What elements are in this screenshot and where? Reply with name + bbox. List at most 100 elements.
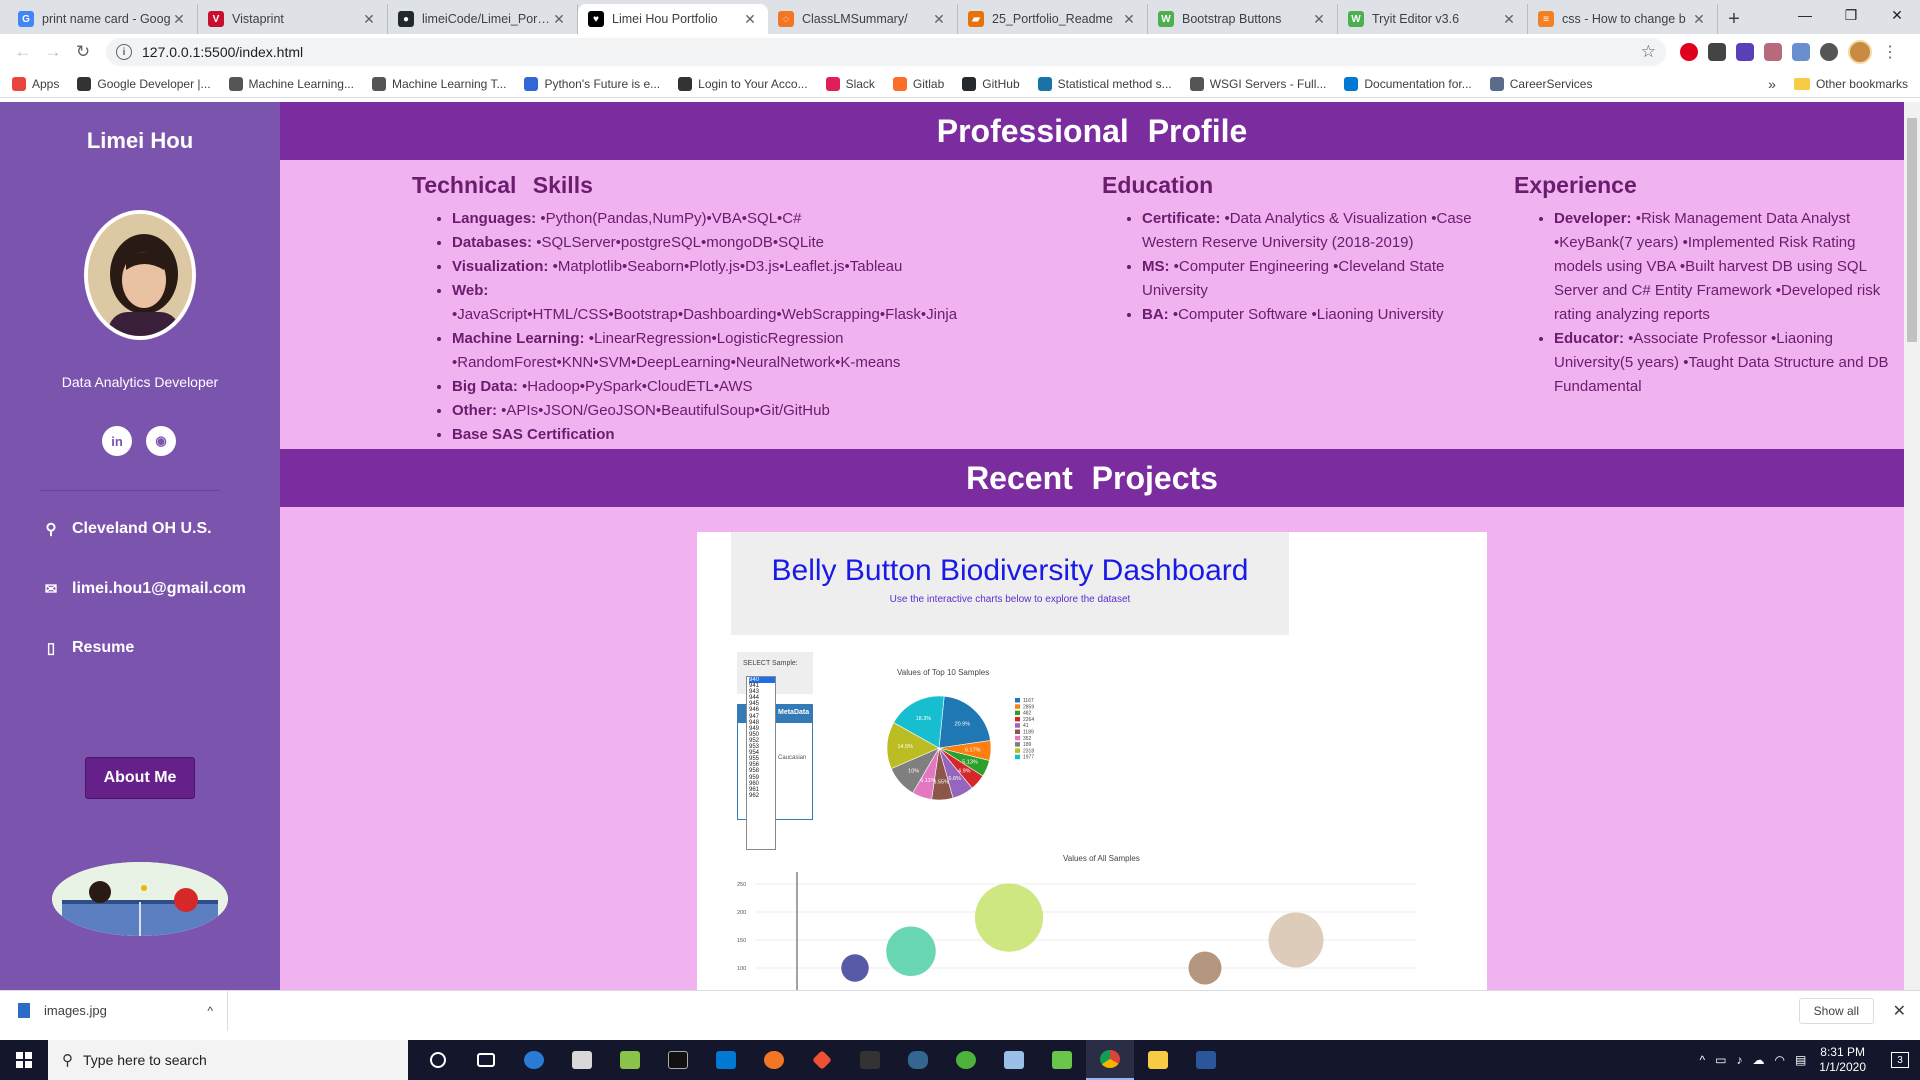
task-view-icon[interactable] <box>462 1040 510 1080</box>
legend-label[interactable]: 2264 <box>1023 717 1034 723</box>
close-tab-icon[interactable]: ✕ <box>171 11 187 28</box>
browser-tab[interactable]: ◌ ClassLMSummary/ ✕ <box>768 4 958 34</box>
notification-icon[interactable]: 3 <box>1880 1052 1920 1068</box>
email-item[interactable]: ✉ limei.hou1@gmail.com <box>42 580 246 598</box>
wifi-icon[interactable]: ◠ <box>1774 1053 1784 1067</box>
legend-swatch[interactable] <box>1015 742 1020 747</box>
download-icon[interactable] <box>1708 43 1726 61</box>
start-button[interactable] <box>0 1040 48 1080</box>
legend-swatch[interactable] <box>1015 698 1020 703</box>
browser-tab[interactable]: W Bootstrap Buttons ✕ <box>1148 4 1338 34</box>
resume-link[interactable]: Resume <box>72 639 134 657</box>
terminal-icon[interactable] <box>654 1040 702 1080</box>
address-bar[interactable]: i 127.0.0.1:5500/index.html ☆ <box>106 38 1666 66</box>
opera-icon[interactable] <box>1680 43 1698 61</box>
legend-swatch[interactable] <box>1015 704 1020 709</box>
url-text[interactable]: 127.0.0.1:5500/index.html <box>142 44 1641 60</box>
clock[interactable]: 8:31 PM 1/1/2020 <box>1819 1045 1866 1075</box>
close-tab-icon[interactable]: ✕ <box>361 11 377 28</box>
bubble-point[interactable] <box>974 883 1044 952</box>
battery-icon[interactable]: ▭ <box>1715 1053 1726 1067</box>
keyboard-icon[interactable]: ▤ <box>1795 1053 1806 1067</box>
volume-icon[interactable]: ♪ <box>1736 1053 1742 1067</box>
browser-tab[interactable]: ≡ css - How to change b ✕ <box>1528 4 1718 34</box>
close-tab-icon[interactable]: ✕ <box>742 11 758 28</box>
forward-button[interactable]: → <box>38 37 68 67</box>
sample-dropdown[interactable]: 940 941 943 944 945 946 947 948 949 950 952 953 954 9… <box>746 676 776 850</box>
bookmark-item[interactable]: Slack <box>825 76 875 91</box>
bookmark-item[interactable]: GitHub <box>962 76 1020 91</box>
github-icon[interactable]: ◉ <box>146 426 176 456</box>
close-window-button[interactable]: ✕ <box>1874 0 1920 30</box>
check-extension-icon[interactable] <box>1736 43 1754 61</box>
legend-swatch[interactable] <box>1015 716 1020 722</box>
legend-swatch[interactable] <box>1015 735 1020 741</box>
bookmark-item[interactable]: CareerServices <box>1489 76 1592 91</box>
close-icon[interactable]: ✕ <box>1893 1001 1906 1021</box>
info-icon[interactable]: i <box>116 44 132 60</box>
taskbar-search[interactable]: ⚲ Type here to search <box>48 1040 408 1080</box>
settings-app-icon[interactable] <box>510 1040 558 1080</box>
close-tab-icon[interactable]: ✕ <box>931 11 947 28</box>
cloud-icon[interactable]: ☁ <box>1752 1053 1764 1067</box>
extension-icon[interactable] <box>1792 43 1810 61</box>
chrome-icon[interactable] <box>1086 1040 1134 1080</box>
bubble-point[interactable] <box>1268 912 1324 968</box>
vscode-icon[interactable] <box>702 1040 750 1080</box>
file-explorer-icon[interactable] <box>1134 1040 1182 1080</box>
legend-label[interactable]: 1189 <box>1023 730 1034 736</box>
word-icon[interactable] <box>1182 1040 1230 1080</box>
bubble-point[interactable] <box>886 926 936 976</box>
browser-tab[interactable]: V Vistaprint ✕ <box>198 4 388 34</box>
show-all-button[interactable]: Show all <box>1798 998 1874 1024</box>
chevron-up-icon[interactable]: ^ <box>207 1004 213 1018</box>
download-item[interactable]: images.jpg ^ <box>0 990 228 1031</box>
about-me-button[interactable]: About Me <box>85 757 195 799</box>
close-tab-icon[interactable]: ✕ <box>1121 11 1137 28</box>
legend-label[interactable]: 2318 <box>1023 748 1034 754</box>
other-bookmarks[interactable]: Other bookmarks <box>1816 77 1908 91</box>
terminal-icon[interactable] <box>846 1040 894 1080</box>
legend-label[interactable]: 1977 <box>1023 755 1034 761</box>
bookmark-item[interactable]: WSGI Servers - Full... <box>1189 76 1326 91</box>
git-icon[interactable] <box>798 1040 846 1080</box>
close-tab-icon[interactable]: ✕ <box>1501 11 1517 28</box>
legend-label[interactable]: 1167 <box>1023 698 1034 704</box>
project-screenshot[interactable]: Belly Button Biodiversity Dashboard Use … <box>697 532 1487 990</box>
resume-item[interactable]: ▯ Resume <box>42 639 134 657</box>
bookmark-star-icon[interactable]: ☆ <box>1641 42 1656 62</box>
legend-swatch[interactable] <box>1015 723 1020 728</box>
home-app-icon[interactable] <box>1038 1040 1086 1080</box>
legend-swatch[interactable] <box>1015 754 1020 760</box>
postgres-icon[interactable] <box>894 1040 942 1080</box>
extension-icon[interactable] <box>1820 43 1838 61</box>
maximize-button[interactable]: ❐ <box>1828 0 1874 30</box>
email-link[interactable]: limei.hou1@gmail.com <box>72 580 246 598</box>
bookmark-item[interactable]: Python's Future is e... <box>524 76 660 91</box>
jupyter-icon[interactable] <box>750 1040 798 1080</box>
close-tab-icon[interactable]: ✕ <box>551 11 567 28</box>
mail-icon[interactable] <box>558 1040 606 1080</box>
bookmark-item[interactable]: Apps <box>12 76 59 91</box>
browser-tab[interactable]: W Tryit Editor v3.6 ✕ <box>1338 4 1528 34</box>
menu-icon[interactable]: ⋮ <box>1882 42 1898 62</box>
download-filename[interactable]: images.jpg <box>44 1003 107 1018</box>
more-bookmarks-icon[interactable]: » <box>1768 76 1776 92</box>
close-tab-icon[interactable]: ✕ <box>1311 11 1327 28</box>
dropdown-option[interactable]: 962 <box>749 793 775 799</box>
legend-label[interactable]: 2859 <box>1023 704 1034 710</box>
cortana-icon[interactable] <box>414 1040 462 1080</box>
chevron-up-icon[interactable]: ^ <box>1699 1053 1705 1067</box>
bubble-chart[interactable]: 250 200 150 100 <box>737 872 1477 990</box>
bookmark-item[interactable]: Statistical method s... <box>1037 76 1172 91</box>
mongodb-icon[interactable] <box>942 1040 990 1080</box>
bookmark-item[interactable]: Machine Learning... <box>228 76 354 91</box>
back-button[interactable]: ← <box>8 37 38 67</box>
legend-swatch[interactable] <box>1015 710 1020 716</box>
minimize-button[interactable]: — <box>1782 0 1828 30</box>
bookmark-item[interactable]: Gitlab <box>892 76 944 91</box>
browser-tab[interactable]: ● limeiCode/Limei_Portfo ✕ <box>388 4 578 34</box>
legend-label[interactable]: 482 <box>1023 711 1032 717</box>
legend-swatch[interactable] <box>1015 748 1020 753</box>
browser-tab[interactable]: G print name card - Goog ✕ <box>8 4 198 34</box>
